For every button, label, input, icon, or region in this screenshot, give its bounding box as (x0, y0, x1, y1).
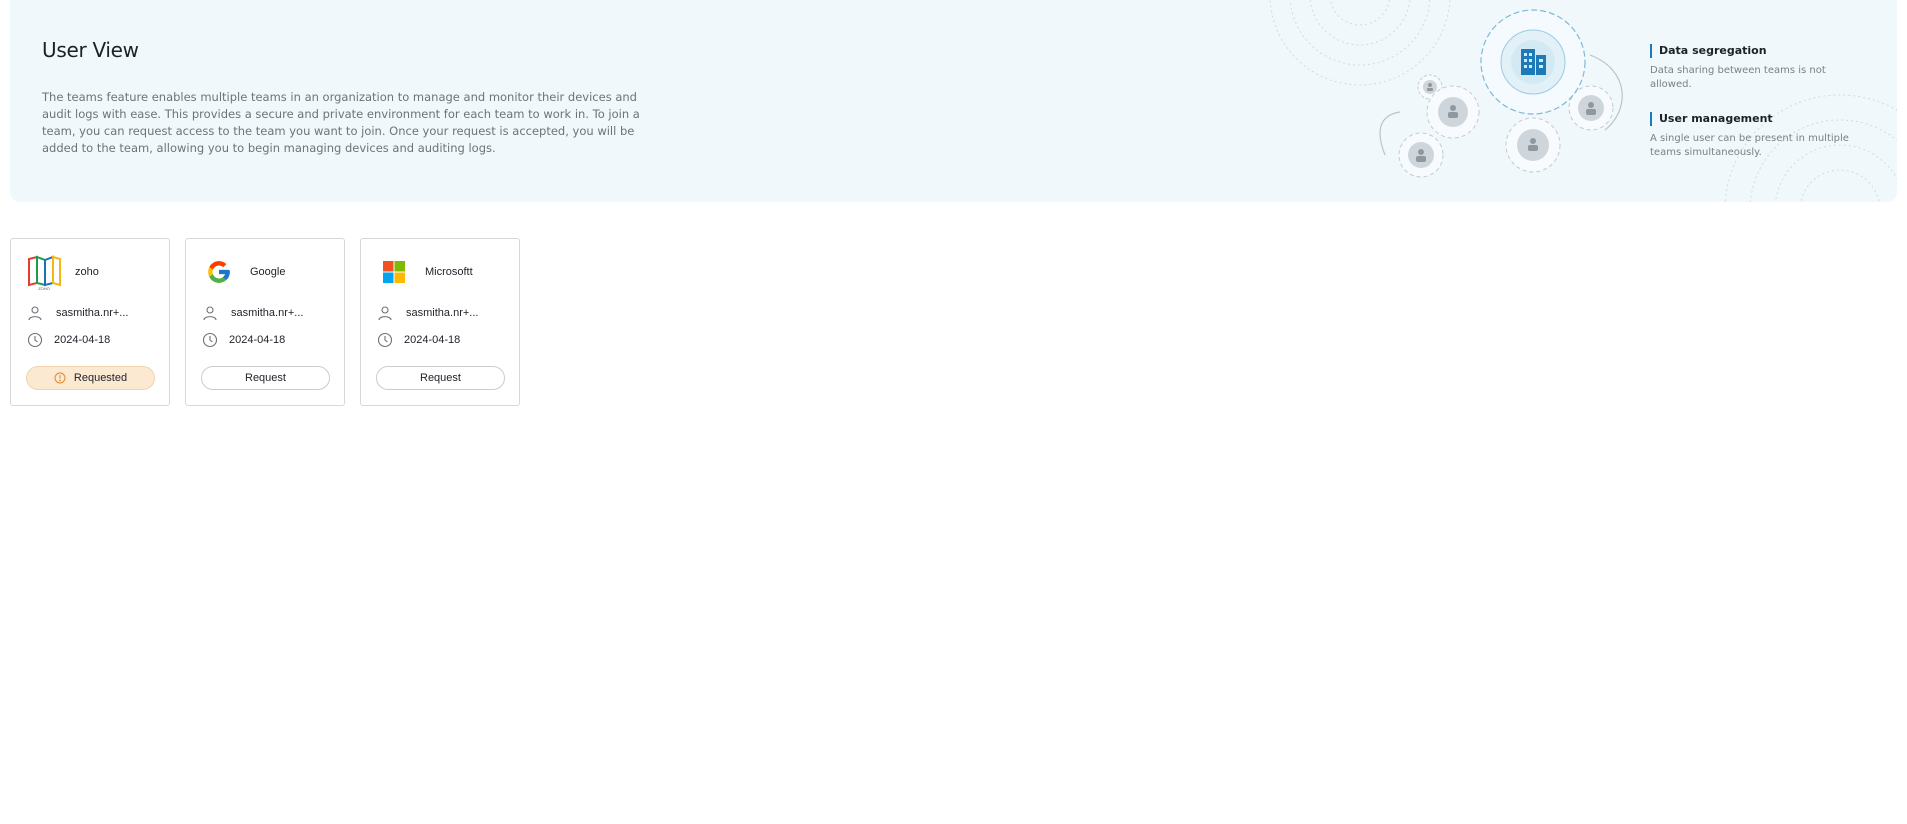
team-user: sasmitha.nr+... (56, 307, 129, 319)
page-title: User View (42, 38, 139, 62)
warning-icon (54, 372, 66, 384)
microsoft-logo-icon (375, 253, 413, 291)
feature-description: Data sharing between teams is not allowe… (1650, 65, 1826, 90)
team-name: zoho (75, 266, 99, 278)
request-button[interactable]: Request (201, 366, 330, 390)
team-card-microsoft: Microsoftt sasmitha.nr+... 2024-04-18 Re… (360, 238, 520, 406)
team-user: sasmitha.nr+... (406, 307, 479, 319)
team-user: sasmitha.nr+... (231, 307, 304, 319)
svg-text:ZOHO: ZOHO (38, 286, 50, 291)
feature-data-segregation: Data segregation (1650, 44, 1850, 58)
user-icon (26, 304, 44, 322)
feature-description: A single user can be present in multiple… (1650, 133, 1849, 158)
clock-icon (376, 331, 394, 349)
button-label: Requested (73, 372, 128, 384)
team-card-zoho: ZOHO zoho sasmitha.nr+... 2024-04-18 Req… (10, 238, 170, 406)
google-logo-icon (200, 253, 238, 291)
team-date: 2024-04-18 (404, 334, 461, 346)
team-card-google: Google sasmitha.nr+... 2024-04-18 Reques… (185, 238, 345, 406)
teams-illustration (1269, 0, 1623, 178)
team-name: Google (250, 266, 286, 278)
user-icon (201, 304, 219, 322)
requested-button[interactable]: Requested (26, 366, 155, 390)
clock-icon (201, 331, 219, 349)
clock-icon (26, 331, 44, 349)
zoho-logo-icon: ZOHO (25, 253, 63, 291)
feature-title: User management (1659, 112, 1773, 125)
team-date: 2024-04-18 (54, 334, 111, 346)
feature-title: Data segregation (1659, 44, 1767, 57)
team-name: Microsoftt (425, 266, 473, 278)
intro-banner: User View The teams feature enables mult… (10, 0, 1897, 202)
team-cards: ZOHO zoho sasmitha.nr+... 2024-04-18 Req… (10, 238, 520, 406)
feature-list: Data segregation Data sharing between te… (1650, 44, 1850, 160)
user-icon (376, 304, 394, 322)
request-button[interactable]: Request (376, 366, 505, 390)
team-date: 2024-04-18 (229, 334, 286, 346)
feature-user-management: User management (1650, 112, 1850, 126)
banner-description: The teams feature enables multiple teams… (42, 90, 640, 155)
